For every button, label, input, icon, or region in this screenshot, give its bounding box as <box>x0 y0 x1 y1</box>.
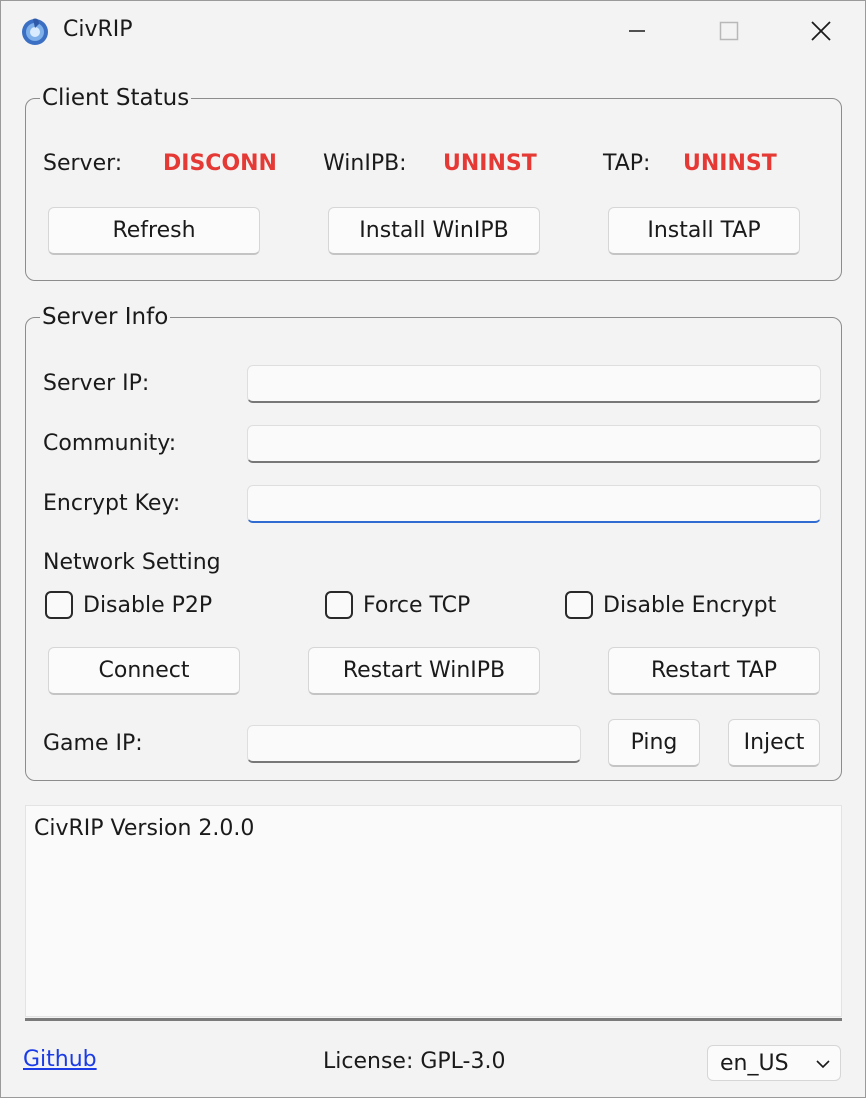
server-ip-input[interactable] <box>247 365 821 403</box>
log-text: CivRIP Version 2.0.0 <box>34 816 255 841</box>
disable-encrypt-box[interactable] <box>565 591 593 619</box>
force-tcp-label: Force TCP <box>363 592 471 618</box>
ping-button[interactable]: Ping <box>608 719 700 767</box>
game-ip-input[interactable] <box>247 725 581 763</box>
disable-encrypt-label: Disable Encrypt <box>603 592 777 618</box>
restart-tap-button[interactable]: Restart TAP <box>608 647 820 695</box>
disable-encrypt-checkbox[interactable]: Disable Encrypt <box>565 591 776 619</box>
app-icon <box>22 18 48 45</box>
community-label: Community: <box>43 431 177 456</box>
install-winipb-button[interactable]: Install WinIPB <box>328 207 540 255</box>
force-tcp-box[interactable] <box>325 591 353 619</box>
maximize-button[interactable] <box>701 9 757 53</box>
network-setting-label: Network Setting <box>43 550 221 575</box>
connect-button[interactable]: Connect <box>48 647 240 695</box>
force-tcp-checkbox[interactable]: Force TCP <box>325 591 470 619</box>
game-ip-label: Game IP: <box>43 731 143 756</box>
tap-status-value: UNINST <box>683 151 777 176</box>
maximize-icon <box>719 21 739 41</box>
server-info-legend: Server Info <box>42 304 169 330</box>
inject-button[interactable]: Inject <box>728 719 820 767</box>
encrypt-key-label: Encrypt Key: <box>43 491 181 516</box>
chevron-down-icon <box>816 1060 830 1069</box>
close-button[interactable] <box>793 9 849 53</box>
restart-winipb-button[interactable]: Restart WinIPB <box>308 647 540 695</box>
client-status-legend: Client Status <box>42 85 190 111</box>
server-status-value: DISCONN <box>163 151 277 176</box>
encrypt-key-input[interactable] <box>247 485 821 523</box>
close-icon <box>811 21 831 41</box>
language-select[interactable]: en_US <box>707 1045 841 1081</box>
server-status-label: Server: <box>43 151 123 176</box>
refresh-button[interactable]: Refresh <box>48 207 260 255</box>
install-tap-button[interactable]: Install TAP <box>608 207 800 255</box>
tap-status-label: TAP: <box>603 151 651 176</box>
app-window: CivRIP Client Status Server: DISCONN Win… <box>0 0 866 1098</box>
disable-p2p-box[interactable] <box>45 591 73 619</box>
window-title: CivRIP <box>63 17 133 42</box>
disable-p2p-label: Disable P2P <box>83 592 213 618</box>
github-link[interactable]: Github <box>23 1047 97 1072</box>
license-text: License: GPL-3.0 <box>323 1049 506 1074</box>
disable-p2p-checkbox[interactable]: Disable P2P <box>45 591 212 619</box>
minimize-icon <box>629 30 645 32</box>
language-selected-value: en_US <box>720 1050 789 1076</box>
winipb-status-label: WinIPB: <box>323 151 407 176</box>
log-output[interactable]: CivRIP Version 2.0.0 <box>25 805 842 1017</box>
divider <box>25 1018 842 1021</box>
minimize-button[interactable] <box>609 9 665 53</box>
community-input[interactable] <box>247 425 821 463</box>
title-bar[interactable]: CivRIP <box>1 1 865 61</box>
server-ip-label: Server IP: <box>43 371 150 396</box>
winipb-status-value: UNINST <box>443 151 537 176</box>
